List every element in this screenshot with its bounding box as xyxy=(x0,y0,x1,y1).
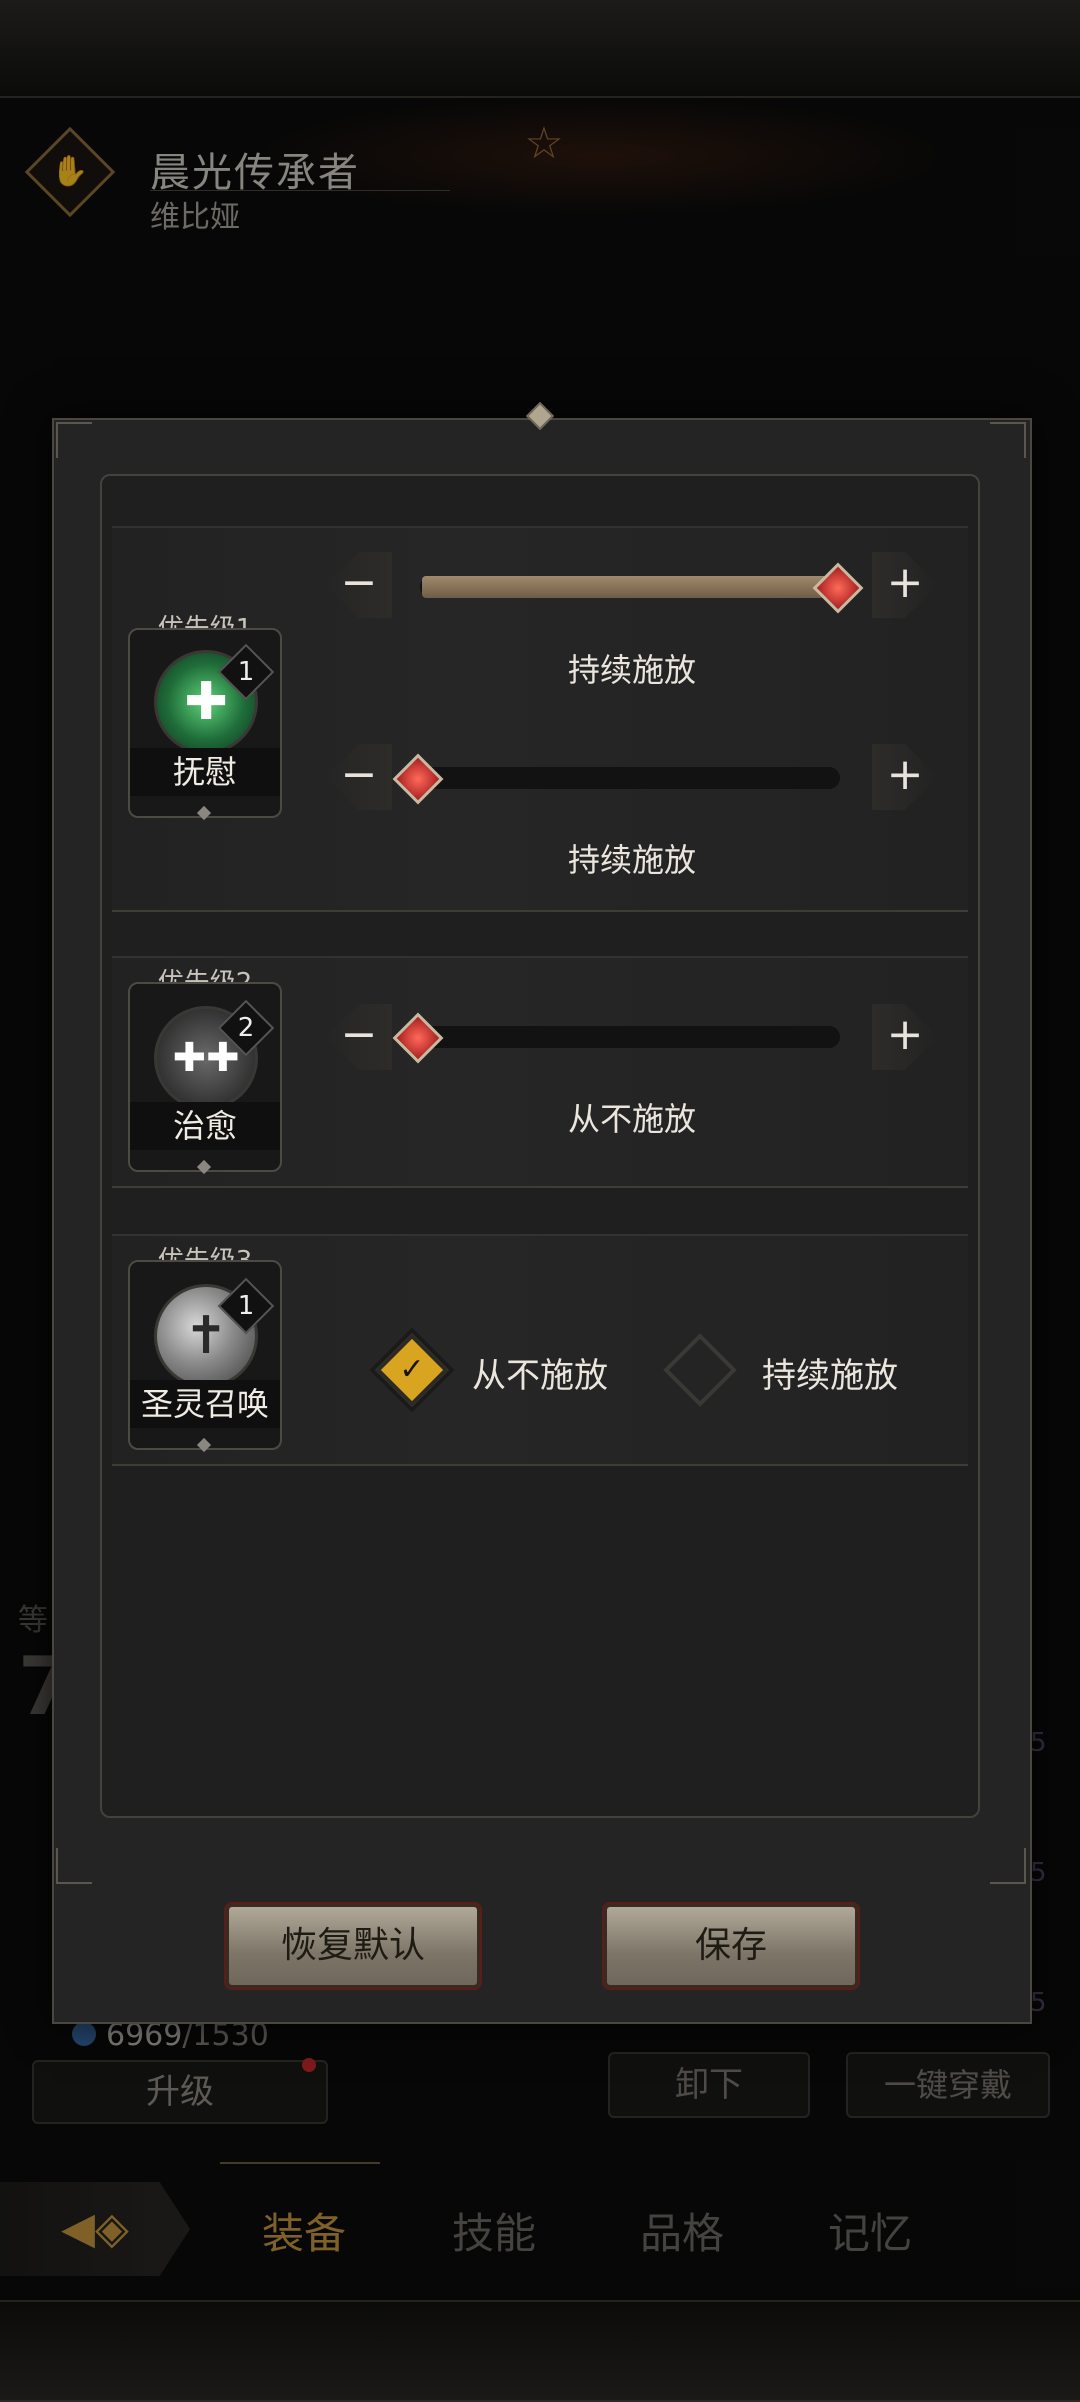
dialog-corner xyxy=(990,422,1026,458)
option-label-never[interactable]: 从不施放 xyxy=(472,1348,608,1397)
save-button[interactable]: 保存 xyxy=(604,1904,858,1988)
slider-track[interactable] xyxy=(420,1026,840,1048)
dialog-corner xyxy=(56,422,92,458)
skill-level: 1 xyxy=(237,1291,255,1321)
option-label-always[interactable]: 持续施放 xyxy=(762,1348,898,1397)
skill-name: 圣灵召唤 xyxy=(130,1380,280,1428)
skill-level: 2 xyxy=(237,1013,255,1043)
slider-value-label: 持续施放 xyxy=(567,651,696,689)
slider-value-label: 从不施放 xyxy=(567,1100,696,1138)
reset-default-button[interactable]: 恢复默认 xyxy=(226,1904,480,1988)
dialog-corner xyxy=(56,1848,92,1884)
skill-name: 治愈 xyxy=(130,1102,280,1150)
slider-track[interactable] xyxy=(420,767,840,789)
skill-level: 1 xyxy=(237,657,255,687)
checkmark-icon: ✓ xyxy=(399,1352,425,1387)
skill-name: 抚慰 xyxy=(130,748,280,796)
slider-value-label: 持续施放 xyxy=(567,841,696,879)
dialog-corner xyxy=(990,1848,1026,1884)
slider-fill xyxy=(422,576,838,598)
